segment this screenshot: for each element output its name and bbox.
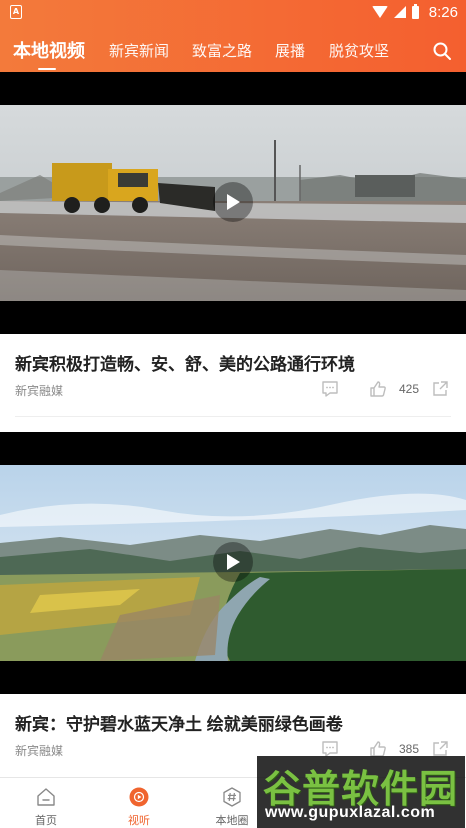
nav-audiovisual[interactable]: 视听 (99, 778, 179, 828)
video-player-2[interactable] (0, 432, 466, 694)
play-button[interactable] (213, 182, 253, 222)
nav-audiovisual-label: 视听 (128, 815, 150, 827)
play-button[interactable] (213, 542, 253, 582)
video-feed: 新宾积极打造畅、安、舒、美的公路通行环境 新宾融媒 425 新宾：守护碧水蓝天净… (0, 72, 466, 777)
nav-home-label: 首页 (35, 815, 57, 827)
video-meta-row: 新宾融媒 425 (15, 380, 451, 400)
status-indicators: 8:26 (371, 3, 458, 21)
tab-local-video[interactable]: 本地视频 (13, 37, 85, 63)
wifi-icon (371, 6, 388, 18)
video-title[interactable]: 新宾：守护碧水蓝天净土 绘就美丽绿色画卷 (15, 710, 343, 735)
video-source: 新宾融媒 (15, 744, 64, 758)
search-icon[interactable] (432, 41, 452, 61)
like-count: 425 (399, 382, 420, 396)
app-notification-icon: A (10, 5, 22, 19)
watermark-url: www.gupuxlazal.com (265, 804, 436, 821)
channel-tabs: 本地视频 新宾新闻 致富之路 展播 脱贫攻坚 (0, 30, 466, 70)
video-title[interactable]: 新宾积极打造畅、安、舒、美的公路通行环境 (15, 350, 355, 375)
item-divider (15, 416, 451, 417)
video-source: 新宾融媒 (15, 384, 64, 398)
tab-poverty-alleviation[interactable]: 脱贫攻坚 (329, 40, 389, 61)
active-tab-indicator (38, 68, 56, 70)
app-screen: A 8:26 本地视频 新宾新闻 致富之路 展播 脱贫攻坚 新宾积极打造畅、安、… (0, 0, 466, 828)
tab-xinbin-news[interactable]: 新宾新闻 (109, 40, 169, 61)
thumbs-up-icon[interactable] (369, 380, 387, 398)
tab-broadcast[interactable]: 展播 (275, 40, 305, 61)
play-icon (227, 194, 240, 210)
share-icon[interactable] (431, 380, 449, 398)
video-player-1[interactable] (0, 72, 466, 334)
home-icon (37, 788, 55, 806)
play-circle-icon (129, 787, 149, 807)
site-watermark: 谷普软件园 www.gupuxlazal.com (257, 756, 465, 828)
signal-icon (393, 6, 406, 18)
tab-wealth-road[interactable]: 致富之路 (192, 40, 252, 61)
status-bar: A 8:26 (0, 0, 466, 24)
status-time: 8:26 (428, 3, 458, 21)
like-count: 385 (399, 742, 420, 756)
play-icon (227, 554, 240, 570)
top-header: A 8:26 本地视频 新宾新闻 致富之路 展播 脱贫攻坚 (0, 0, 466, 72)
nav-home[interactable]: 首页 (6, 778, 86, 828)
comment-icon[interactable] (321, 380, 339, 398)
battery-icon (411, 3, 419, 19)
hashtag-icon (223, 787, 241, 807)
